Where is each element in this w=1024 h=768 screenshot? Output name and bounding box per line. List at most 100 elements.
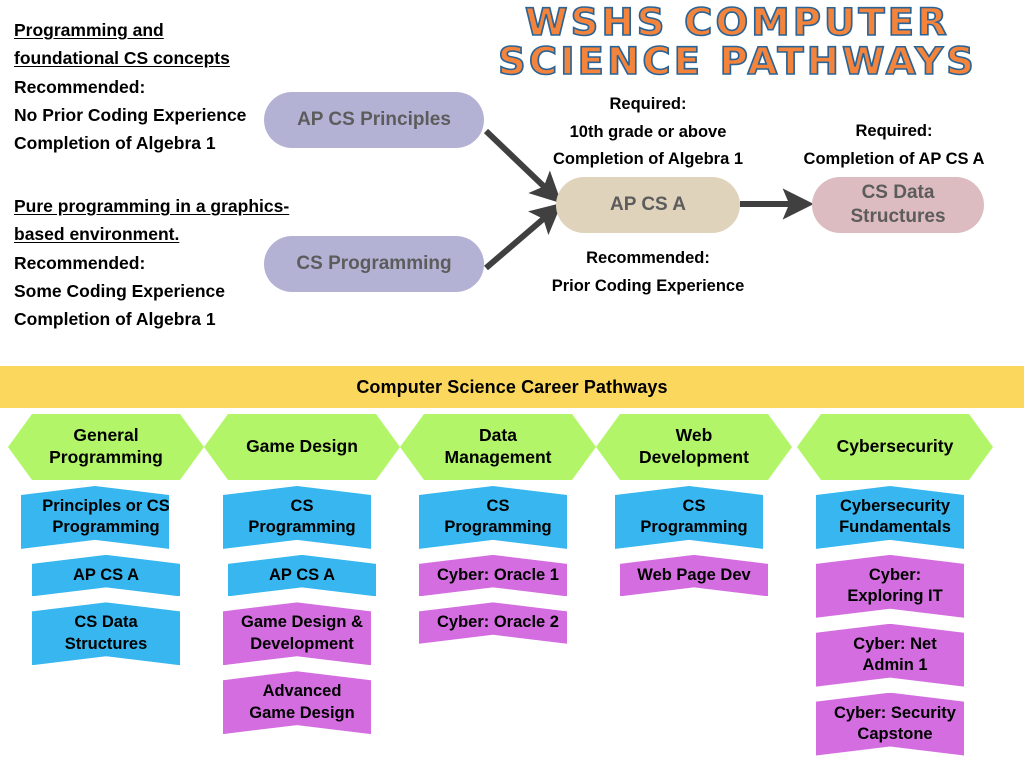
note-line: Prior Coding Experience	[551, 276, 745, 295]
pathway-course-label: Web Page Dev	[637, 565, 751, 584]
pathway-course-hex[interactable]: Principles or CS Programming	[21, 486, 191, 549]
pathway-course-hex[interactable]: Cybersecurity Fundamentals	[816, 486, 974, 549]
note-line: 10th grade or above	[569, 122, 727, 141]
pathway-course-slot: Web Page Dev	[596, 555, 792, 596]
pathway-column: Game Design CS Programming AP CS A Game Des…	[204, 414, 400, 734]
course-pill-label: AP CS Principles	[297, 109, 451, 131]
note-line: Recommended:	[586, 249, 710, 267]
pathway-header-hex[interactable]: General Programming	[8, 414, 204, 480]
pathway-column: General Programming Principles or CS Prog…	[8, 414, 204, 665]
description-body-line-3: Completion of Algebra 1	[14, 309, 216, 330]
pathway-header-hex[interactable]: Game Design	[204, 414, 400, 480]
note-datastructures-required: Required: Completion of AP CS A	[772, 118, 1016, 173]
poster-canvas: WSHS COMPUTER SCIENCE PATHWAYS Programmi…	[0, 0, 1024, 768]
note-line: Required:	[855, 122, 933, 140]
career-pathways-banner: Computer Science Career Pathways	[0, 366, 1024, 408]
pathway-course-hex[interactable]: Web Page Dev	[620, 555, 768, 596]
pathway-header-label: Data Management	[444, 425, 552, 467]
pathway-course-slot: Cyber: Exploring IT	[797, 555, 993, 618]
pathway-course-slot: CS Programming	[400, 486, 596, 549]
pathway-course-label: Cybersecurity Fundamentals	[839, 497, 951, 537]
pathway-course-hex[interactable]: CS Data Structures	[32, 602, 180, 665]
description-heading-line-2: foundational CS concepts	[14, 48, 230, 69]
pathway-course-hex[interactable]: CS Programming	[419, 486, 577, 549]
banner-label: Computer Science Career Pathways	[356, 376, 668, 397]
pathway-header-hex[interactable]: Data Management	[400, 414, 596, 480]
description-body-line-1: Recommended:	[14, 252, 146, 273]
pathway-course-slot: AP CS A	[8, 555, 204, 596]
note-apcsa-recommended: Recommended: Prior Coding Experience	[524, 245, 772, 300]
pathway-course-slot: Cybersecurity Fundamentals	[797, 486, 993, 549]
description-body-line-2: No Prior Coding Experience	[14, 105, 247, 126]
pathway-course-slot: Principles or CS Programming	[8, 486, 204, 549]
pathway-course-hex[interactable]: Game Design & Development	[223, 602, 381, 665]
course-pill-cs-programming[interactable]: CS Programming	[264, 236, 484, 292]
course-pill-ap-cs-principles[interactable]: AP CS Principles	[264, 92, 484, 148]
course-pill-cs-data-structures[interactable]: CS Data Structures	[812, 177, 984, 233]
course-pill-label: AP CS A	[609, 194, 687, 216]
pathway-course-hex[interactable]: Cyber: Oracle 1	[419, 555, 577, 596]
pathway-header-label: Game Design	[246, 436, 358, 457]
pathway-course-hex[interactable]: Cyber: Exploring IT	[816, 555, 974, 618]
pathway-course-label: Advanced Game Design	[249, 682, 355, 722]
pathway-course-hex[interactable]: CS Programming	[615, 486, 773, 549]
pathway-course-label: CS Data Structures	[64, 613, 148, 653]
course-pill-label: CS Data Structures	[850, 182, 946, 227]
description-body-line-3: Completion of Algebra 1	[14, 133, 216, 154]
pathway-header-label: Web Development	[639, 425, 749, 467]
pathway-course-slot: Cyber: Net Admin 1	[797, 624, 993, 687]
pathway-course-label: Principles or CS Programming	[42, 497, 170, 537]
note-line: Completion of Algebra 1	[552, 150, 744, 169]
poster-title: WSHS COMPUTER SCIENCE PATHWAYS	[455, 3, 1020, 81]
pathway-course-label: AP CS A	[72, 565, 140, 584]
note-line: Completion of AP CS A	[803, 149, 985, 168]
pathway-course-hex[interactable]: Cyber: Net Admin 1	[816, 624, 974, 687]
pathway-columns: General Programming Principles or CS Prog…	[0, 414, 1024, 768]
pathway-course-label: Cyber: Net Admin 1	[853, 634, 937, 675]
pathway-course-label: Cyber: Oracle 2	[437, 613, 559, 632]
pathway-course-slot: CS Data Structures	[8, 602, 204, 665]
pathway-header-label: General Programming	[49, 425, 163, 467]
pathway-course-label: Game Design & Development	[241, 613, 363, 653]
pathway-header-hex[interactable]: Web Development	[596, 414, 792, 480]
note-line: Required:	[609, 95, 687, 113]
pathway-course-label: CS Programming	[640, 497, 748, 537]
description-heading-line-1: Pure programming in a graphics-	[14, 196, 290, 216]
pathway-course-hex[interactable]: Cyber: Oracle 2	[419, 602, 577, 643]
pathway-course-hex[interactable]: Advanced Game Design	[223, 671, 381, 734]
pathway-column: Web Development CS Programming Web Page De…	[596, 414, 792, 596]
course-pill-label: CS Programming	[296, 253, 452, 275]
pathway-course-label: Cyber: Oracle 1	[437, 565, 559, 584]
description-heading-line-2: based environment.	[14, 224, 180, 245]
pathway-course-hex[interactable]: AP CS A	[228, 555, 376, 596]
pathway-course-label: CS Programming	[248, 497, 356, 537]
pathway-course-slot: CS Programming	[596, 486, 792, 549]
description-body-line-2: Some Coding Experience	[14, 281, 226, 302]
pathway-course-hex[interactable]: Cyber: Security Capstone	[816, 693, 974, 756]
title-line-1: WSHS COMPUTER	[524, 1, 950, 44]
pathway-course-hex[interactable]: CS Programming	[223, 486, 381, 549]
pathway-course-slot: CS Programming	[204, 486, 400, 549]
note-apcsa-required: Required: 10th grade or above Completion…	[524, 91, 772, 174]
title-line-2: SCIENCE PATHWAYS	[497, 40, 977, 83]
pathway-course-slot: Cyber: Oracle 1	[400, 555, 596, 596]
description-ap-cs-principles: Programming and foundational CS concepts…	[14, 16, 246, 158]
description-cs-programming: Pure programming in a graphics- based en…	[14, 192, 289, 334]
description-body-line-1: Recommended:	[14, 76, 146, 97]
pathway-course-slot: AP CS A	[204, 555, 400, 596]
pathway-course-slot: Advanced Game Design	[204, 671, 400, 734]
pathway-course-label: Cyber: Exploring IT	[847, 565, 943, 606]
pathway-column: Cybersecurity Cybersecurity Fundamentals C…	[797, 414, 993, 756]
course-pill-ap-cs-a[interactable]: AP CS A	[556, 177, 740, 233]
pathway-course-label: Cyber: Security Capstone	[834, 703, 956, 744]
pathway-header-hex[interactable]: Cybersecurity	[797, 414, 993, 480]
pathway-course-slot: Cyber: Oracle 2	[400, 602, 596, 643]
pathway-course-hex[interactable]: AP CS A	[32, 555, 180, 596]
pathway-course-slot: Game Design & Development	[204, 602, 400, 665]
pathway-course-slot: Cyber: Security Capstone	[797, 693, 993, 756]
pathway-header-label: Cybersecurity	[836, 436, 954, 457]
description-heading-line-1: Programming and	[14, 20, 164, 40]
pathway-column: Data Management CS Programming Cyber: Orac…	[400, 414, 596, 644]
pathway-course-label: CS Programming	[444, 497, 552, 537]
pathway-course-label: AP CS A	[268, 565, 336, 584]
